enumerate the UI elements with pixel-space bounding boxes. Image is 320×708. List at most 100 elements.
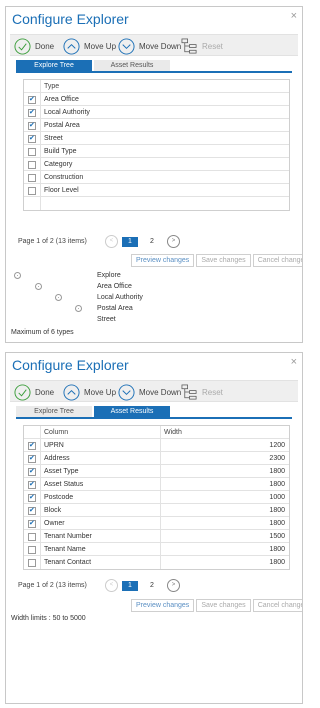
reset-button[interactable]: Reset (181, 37, 223, 55)
configure-explorer-dialog-tree: Configure Explorer × Done Move Up Move D… (5, 6, 303, 343)
done-label: Done (35, 41, 55, 51)
prev-page-button[interactable]: < (105, 579, 118, 592)
column-width-value[interactable]: 2300 (269, 455, 285, 463)
cancel-changes-button[interactable]: Cancel changes (252, 599, 302, 612)
page-1-button[interactable]: 1 (122, 581, 138, 591)
column-width-value[interactable]: 1800 (269, 481, 285, 489)
width-limits-note: Width limits : 50 to 5000 (11, 615, 86, 622)
page-info: Page 1 of 2 (13 items) (18, 582, 87, 589)
column-width-value[interactable]: 1500 (269, 533, 285, 541)
column-width-value[interactable]: 1800 (269, 559, 285, 567)
tree-node: Area Office (6, 282, 302, 293)
tab-explore-tree[interactable]: Explore Tree (16, 60, 92, 71)
type-label: Local Authority (44, 108, 90, 116)
column-label: Tenant Name (44, 545, 86, 553)
tab-asset-results[interactable]: Asset Results (94, 60, 170, 71)
page-2-button[interactable]: 2 (144, 237, 160, 247)
column-checkbox[interactable] (28, 454, 36, 463)
type-row[interactable]: Area Office (24, 93, 289, 106)
close-icon[interactable]: × (291, 356, 297, 368)
done-button[interactable]: Done (14, 37, 54, 55)
column-row[interactable]: UPRN 1200 (24, 439, 289, 452)
grid-header-row: Column Width (24, 426, 289, 439)
tree-expand-icon[interactable] (14, 272, 21, 279)
column-checkbox[interactable] (28, 533, 36, 541)
page-2-button[interactable]: 2 (144, 581, 160, 591)
type-checkbox[interactable] (28, 148, 36, 156)
column-row[interactable]: Block 1800 (24, 504, 289, 517)
type-checkbox[interactable] (28, 187, 36, 195)
column-width-value[interactable]: 1800 (269, 507, 285, 515)
prev-page-button[interactable]: < (105, 235, 118, 248)
reset-button[interactable]: Reset (181, 383, 223, 401)
column-checkbox[interactable] (28, 506, 36, 515)
type-checkbox[interactable] (28, 95, 36, 104)
tree-expand-icon[interactable] (75, 305, 82, 312)
type-checkbox[interactable] (28, 108, 36, 117)
next-page-button[interactable]: > (167, 235, 180, 248)
column-checkbox[interactable] (28, 559, 36, 567)
type-row[interactable]: Floor Level (24, 184, 289, 197)
tree-reset-icon (181, 384, 197, 399)
type-label: Area Office (44, 95, 79, 103)
move-up-button[interactable]: Move Up (63, 37, 116, 55)
type-checkbox[interactable] (28, 134, 36, 143)
check-circle-icon (14, 37, 31, 55)
column-label: Asset Type (44, 467, 79, 475)
close-icon[interactable]: × (291, 10, 297, 22)
preview-changes-button[interactable]: Preview changes (131, 254, 195, 267)
column-row[interactable]: Postcode 1000 (24, 491, 289, 504)
type-row[interactable]: Postal Area (24, 119, 289, 132)
column-width-value[interactable]: 1800 (269, 546, 285, 554)
empty-row (24, 197, 289, 210)
type-checkbox[interactable] (28, 161, 36, 169)
save-changes-button[interactable]: Save changes (196, 599, 251, 612)
column-checkbox[interactable] (28, 519, 36, 528)
column-width-value[interactable]: 1800 (269, 520, 285, 528)
column-width-value[interactable]: 1800 (269, 468, 285, 476)
column-row[interactable]: Tenant Number 1500 (24, 530, 289, 543)
column-width-value[interactable]: 1000 (269, 494, 285, 502)
column-row[interactable]: Address 2300 (24, 452, 289, 465)
toolbar: Done Move Up Move Down Reset (10, 380, 298, 402)
column-row[interactable]: Tenant Name 1800 (24, 543, 289, 556)
type-column-header: Type (44, 82, 60, 90)
type-checkbox[interactable] (28, 174, 36, 182)
type-row[interactable]: Street (24, 132, 289, 145)
column-checkbox[interactable] (28, 480, 36, 489)
column-label: Tenant Number (44, 532, 92, 540)
tab-explore-tree[interactable]: Explore Tree (16, 406, 92, 417)
column-row[interactable]: Asset Type 1800 (24, 465, 289, 478)
column-row[interactable]: Asset Status 1800 (24, 478, 289, 491)
move-down-button[interactable]: Move Down (118, 37, 181, 55)
type-row[interactable]: Build Type (24, 145, 289, 158)
columns-grid: Column Width UPRN 1200 Address 2300 Asset Ty… (23, 425, 290, 570)
reset-label: Reset (202, 387, 223, 397)
column-checkbox[interactable] (28, 467, 36, 476)
move-up-button[interactable]: Move Up (63, 383, 116, 401)
type-row[interactable]: Category (24, 158, 289, 171)
type-checkbox[interactable] (28, 121, 36, 130)
column-checkbox[interactable] (28, 441, 36, 450)
column-width-value[interactable]: 1200 (269, 442, 285, 450)
column-row[interactable]: Owner 1800 (24, 517, 289, 530)
toolbar: Done Move Up Move Down Reset (10, 34, 298, 56)
type-row[interactable]: Local Authority (24, 106, 289, 119)
move-down-button[interactable]: Move Down (118, 383, 181, 401)
tree-expand-icon[interactable] (35, 283, 42, 290)
dialog-title-bar: Configure Explorer × (6, 353, 302, 377)
save-changes-button[interactable]: Save changes (196, 254, 251, 267)
done-button[interactable]: Done (14, 383, 54, 401)
chevron-up-circle-icon (63, 37, 80, 55)
column-checkbox[interactable] (28, 546, 36, 554)
tree-expand-icon[interactable] (55, 294, 62, 301)
type-row[interactable]: Construction (24, 171, 289, 184)
chevron-down-circle-icon (118, 383, 135, 401)
page-1-button[interactable]: 1 (122, 237, 138, 247)
cancel-changes-button[interactable]: Cancel changes (252, 254, 302, 267)
tab-asset-results[interactable]: Asset Results (94, 406, 170, 417)
column-checkbox[interactable] (28, 493, 36, 502)
next-page-button[interactable]: > (167, 579, 180, 592)
preview-changes-button[interactable]: Preview changes (131, 599, 195, 612)
column-row[interactable]: Tenant Contact 1800 (24, 556, 289, 569)
